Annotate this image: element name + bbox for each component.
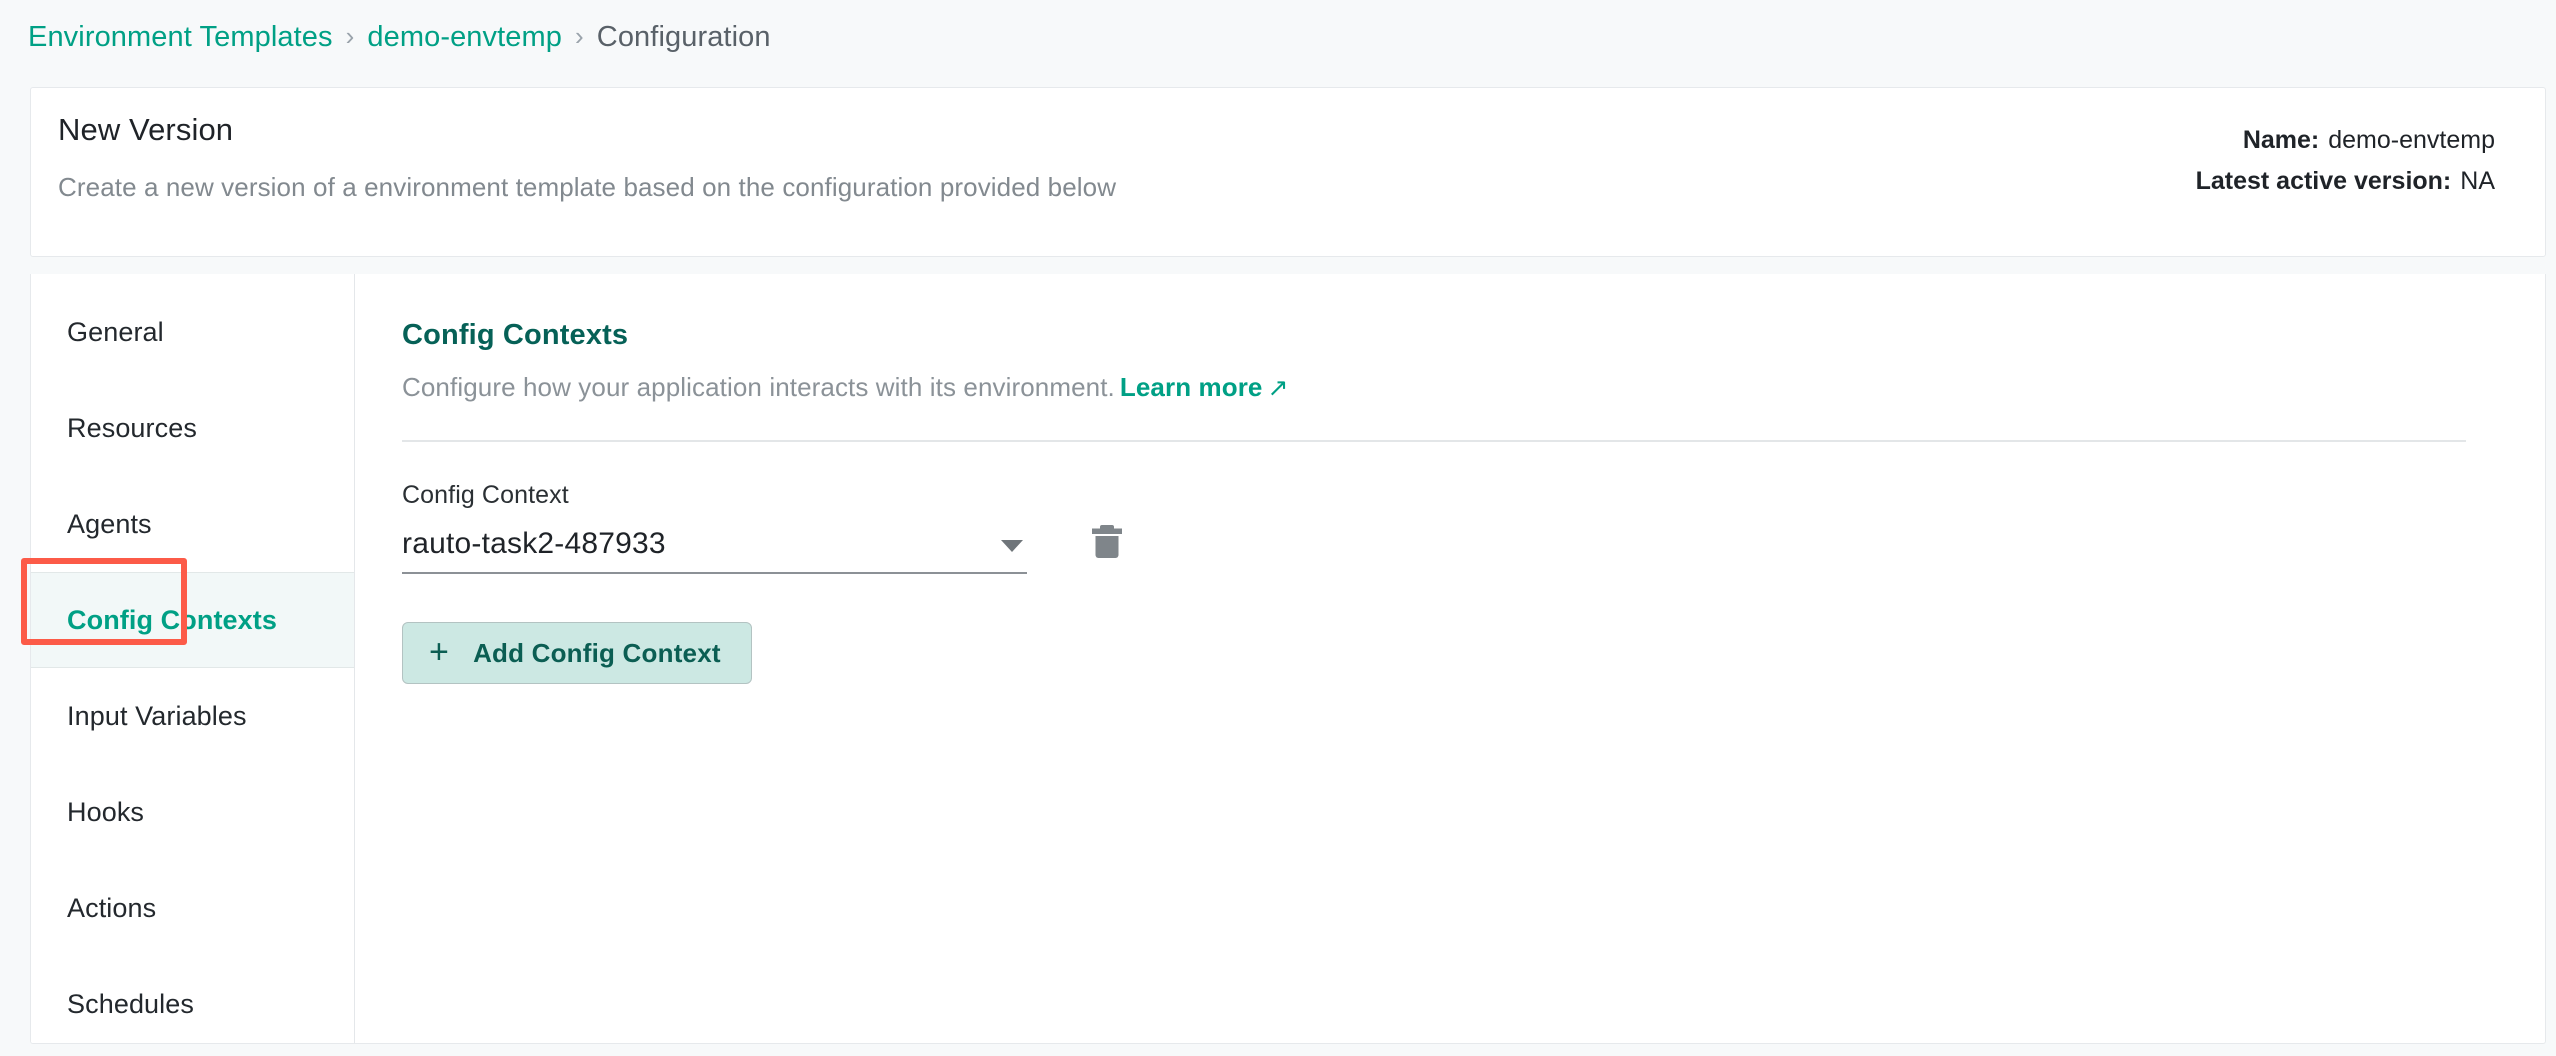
configuration-sidebar: General Resources Agents Config Contexts… bbox=[31, 274, 355, 1043]
breadcrumb-item-environment-templates[interactable]: Environment Templates bbox=[28, 21, 333, 54]
config-context-label: Config Context bbox=[402, 481, 569, 509]
section-divider bbox=[402, 440, 2466, 442]
sidebar-item-schedules[interactable]: Schedules bbox=[31, 956, 354, 1043]
breadcrumb-item-configuration: Configuration bbox=[596, 20, 771, 53]
header-text-group: New Version Create a new version of a en… bbox=[58, 110, 1116, 203]
meta-row-latest-active-version: Latest active version: NA bbox=[2196, 161, 2495, 202]
config-context-select-wrapper: Config Context rauto-task2-487933 bbox=[402, 480, 1027, 574]
trash-icon bbox=[1092, 525, 1122, 558]
delete-config-context-button[interactable] bbox=[1081, 516, 1133, 568]
meta-label-name: Name: bbox=[2242, 126, 2320, 154]
sidebar-item-config-contexts[interactable]: Config Contexts bbox=[31, 572, 354, 668]
breadcrumb-separator-icon: › bbox=[345, 20, 355, 51]
config-context-selected-value: rauto-task2-487933 bbox=[402, 527, 666, 560]
page-subtitle: Create a new version of a environment te… bbox=[58, 172, 1117, 202]
sidebar-item-resources[interactable]: Resources bbox=[31, 380, 354, 476]
plus-icon: + bbox=[429, 633, 450, 671]
page-title: New Version bbox=[58, 112, 234, 147]
sidebar-item-actions[interactable]: Actions bbox=[31, 860, 354, 956]
breadcrumb: Environment Templates › demo-envtemp › C… bbox=[28, 16, 771, 58]
sidebar-item-input-variables[interactable]: Input Variables bbox=[31, 668, 354, 764]
configuration-panel: General Resources Agents Config Contexts… bbox=[30, 274, 2546, 1044]
config-contexts-content: Config Contexts Configure how your appli… bbox=[355, 274, 2545, 1043]
page-root: Environment Templates › demo-envtemp › C… bbox=[0, 0, 2556, 1056]
meta-value-name: demo-envtemp bbox=[2328, 126, 2495, 154]
section-description: Configure how your application interacts… bbox=[402, 370, 2497, 405]
new-version-header-card: New Version Create a new version of a en… bbox=[30, 87, 2546, 257]
add-config-context-label: Add Config Context bbox=[473, 637, 721, 668]
section-title: Config Contexts bbox=[402, 319, 629, 351]
meta-value-latest-active-version: NA bbox=[2460, 167, 2495, 195]
external-link-icon: ↗ bbox=[1267, 374, 1289, 402]
meta-row-name: Name: demo-envtemp bbox=[2196, 120, 2495, 161]
chevron-down-icon bbox=[1001, 540, 1023, 552]
sidebar-item-hooks[interactable]: Hooks bbox=[31, 764, 354, 860]
breadcrumb-item-demo-envtemp[interactable]: demo-envtemp bbox=[367, 21, 562, 54]
template-meta: Name: demo-envtemp Latest active version:… bbox=[2196, 120, 2495, 202]
section-description-text: Configure how your application interacts… bbox=[402, 372, 1115, 402]
config-context-row: Config Context rauto-task2-487933 bbox=[402, 480, 2497, 574]
meta-label-latest-active-version: Latest active version: bbox=[2195, 167, 2452, 195]
add-config-context-button[interactable]: + Add Config Context bbox=[402, 622, 752, 684]
sidebar-item-general[interactable]: General bbox=[31, 284, 354, 380]
sidebar-item-agents[interactable]: Agents bbox=[31, 476, 354, 572]
config-context-select[interactable]: rauto-task2-487933 bbox=[402, 526, 1027, 574]
breadcrumb-separator-icon: › bbox=[575, 20, 584, 51]
learn-more-link[interactable]: Learn more bbox=[1120, 372, 1263, 402]
